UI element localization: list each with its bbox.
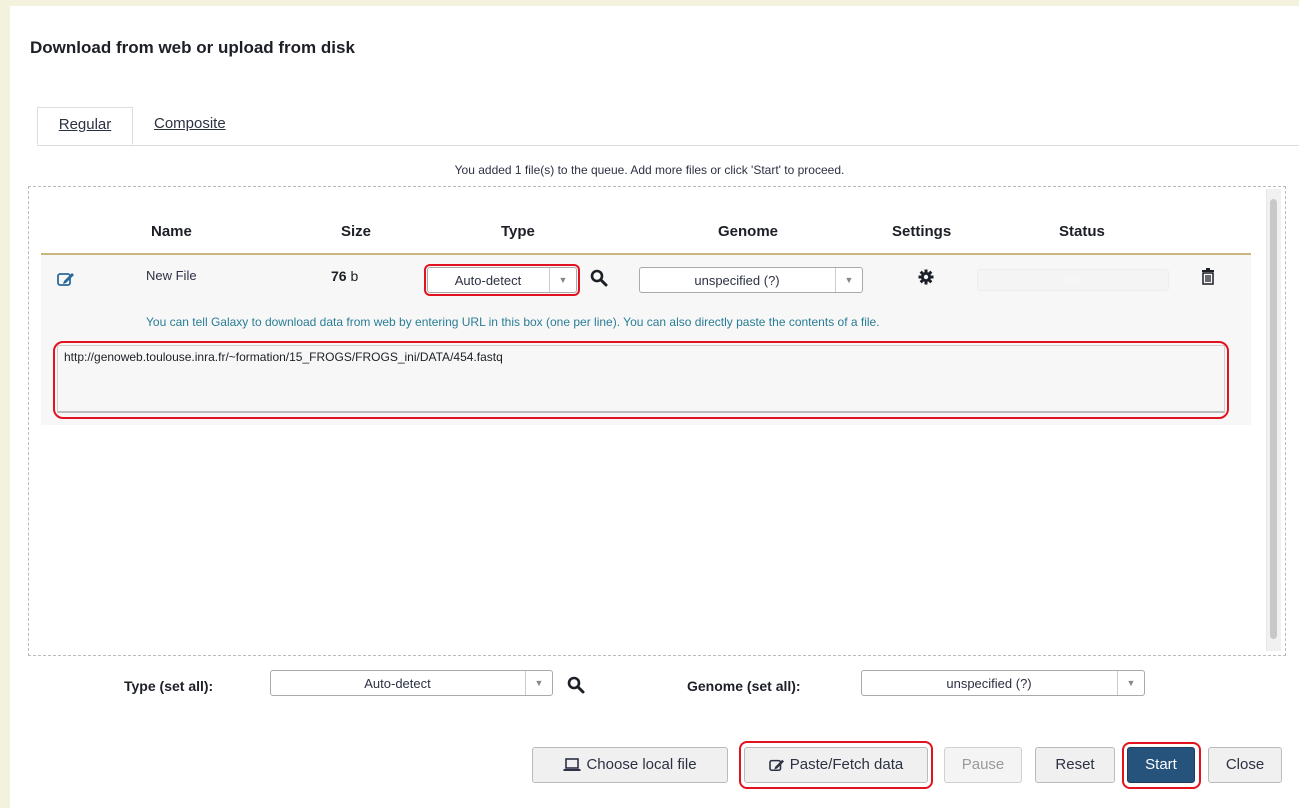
genome-select-value: unspecified (?) [694,273,780,288]
chevron-down-icon: ▼ [1117,671,1144,695]
paste-fetch-highlight [739,741,933,789]
upload-progress-text: 0% [1065,274,1081,286]
edit-icon[interactable] [57,271,75,287]
url-hint: You can tell Galaxy to download data fro… [146,315,880,329]
type-set-all-label: Type (set all): [124,678,214,694]
choose-local-file-button[interactable]: Choose local file [532,747,728,783]
gear-icon[interactable] [918,269,934,285]
genome-select[interactable]: unspecified (?) ▼ [639,267,863,293]
dropzone-scrollbar[interactable] [1266,189,1281,651]
trash-icon[interactable] [1201,268,1215,285]
genome-set-all-value: unspecified (?) [946,676,1032,691]
header-type: Type [501,223,535,240]
pause-button[interactable]: Pause [944,747,1022,783]
chevron-down-icon: ▼ [525,671,552,695]
laptop-icon [563,758,581,772]
upload-row: New File 76 b Auto-detect ▼ unspecified … [41,255,1251,425]
reset-button[interactable]: Reset [1035,747,1115,783]
header-size: Size [341,223,372,240]
start-button-highlight [1122,742,1201,789]
tab-composite[interactable]: Composite [154,107,226,145]
scrollbar-thumb[interactable] [1270,199,1277,639]
upload-progress: 0% [977,269,1169,291]
header-genome: Genome [718,223,779,240]
type-set-all-value: Auto-detect [364,676,431,691]
file-size-unit: b [346,268,359,284]
chevron-down-icon: ▼ [835,268,862,292]
dialog-title: Download from web or upload from disk [30,38,355,57]
queue-message: You added 1 file(s) to the queue. Add mo… [454,163,845,177]
upload-tabs: Regular Composite [37,107,1299,146]
search-icon[interactable] [590,269,608,287]
type-select-highlight [424,264,580,296]
url-textarea-highlight [53,341,1229,419]
file-size: 76 b [331,268,358,284]
type-set-all-select[interactable]: Auto-detect ▼ [270,670,553,696]
file-name: New File [146,268,197,283]
genome-set-all-select[interactable]: unspecified (?) ▼ [861,670,1145,696]
tab-regular[interactable]: Regular [37,107,133,145]
search-icon[interactable] [567,676,585,694]
header-status: Status [1059,223,1105,240]
genome-set-all-label: Genome (set all): [687,678,801,694]
header-name: Name [151,223,192,240]
choose-local-file-label: Choose local file [586,756,697,773]
close-button[interactable]: Close [1208,747,1282,783]
header-settings: Settings [892,223,952,240]
upload-dropzone[interactable]: Name Size Type Genome Settings Status Ne… [28,186,1286,656]
upload-table-header: Name Size Type Genome Settings Status [41,209,1251,255]
file-size-value: 76 [331,268,347,284]
